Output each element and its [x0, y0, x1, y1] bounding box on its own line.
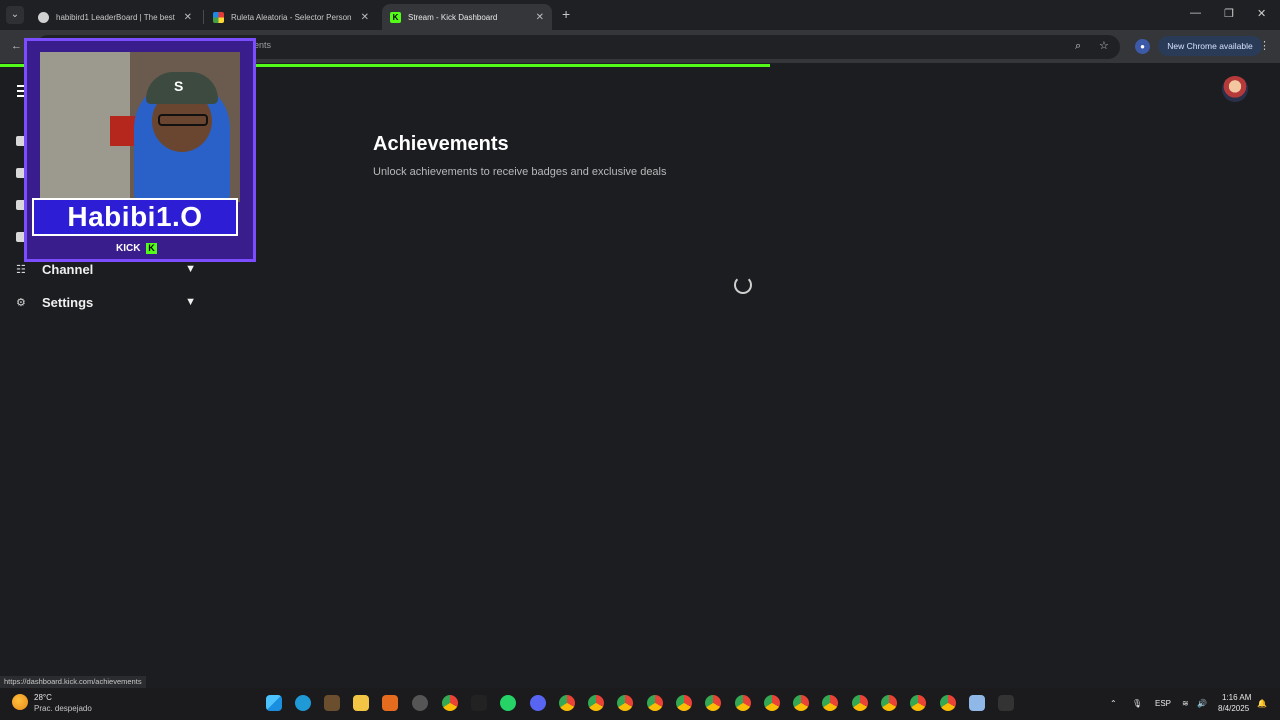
- address-url-text: ents: [254, 40, 272, 50]
- taskbar-clock-time[interactable]: 1:16 AM: [1222, 693, 1251, 702]
- tab-search-button[interactable]: ⌄: [6, 6, 24, 24]
- sidebar-item-settings[interactable]: ⚙ Settings ▼: [16, 292, 196, 312]
- chrome-icon[interactable]: [559, 695, 575, 711]
- restore-icon[interactable]: ❐: [1224, 7, 1234, 20]
- volume-icon[interactable]: 🔊: [1197, 699, 1207, 708]
- keyboard-language[interactable]: ESP: [1155, 699, 1171, 708]
- gear-icon: ⚙: [16, 296, 26, 309]
- loading-spinner-icon: [734, 276, 752, 294]
- chevron-down-icon[interactable]: ▼: [185, 296, 196, 308]
- user-avatar[interactable]: [1222, 76, 1248, 102]
- file-explorer-icon[interactable]: [353, 695, 369, 711]
- ruleta-favicon-icon: [213, 11, 224, 23]
- chrome-icon[interactable]: [881, 695, 897, 711]
- kick-favicon-icon: K: [390, 11, 401, 23]
- tab-title: Ruleta Aleatoria - Selector Person: [231, 12, 352, 22]
- sidebar-item-channel[interactable]: ☷ Channel ▼: [16, 259, 196, 279]
- tray-chevron-up-icon[interactable]: ⌃: [1110, 699, 1117, 708]
- app-icon[interactable]: [969, 695, 985, 711]
- status-bar-url: https://dashboard.kick.com/achievements: [0, 676, 146, 688]
- chrome-icon[interactable]: [588, 695, 604, 711]
- discord-icon[interactable]: [530, 695, 546, 711]
- chrome-icon[interactable]: [940, 695, 956, 711]
- tab-kick-dashboard[interactable]: K Stream - Kick Dashboard ✕: [382, 4, 552, 30]
- chevron-down-icon[interactable]: ▼: [185, 263, 196, 275]
- chrome-icon[interactable]: [705, 695, 721, 711]
- bookmark-star-icon[interactable]: ☆: [1099, 39, 1109, 52]
- chrome-icon[interactable]: [647, 695, 663, 711]
- chrome-menu-icon[interactable]: ⋮: [1259, 39, 1270, 52]
- new-chrome-available-button[interactable]: New Chrome available: [1158, 36, 1262, 56]
- webcam-overlay: S Habibi1.O KICK K: [24, 38, 256, 262]
- app-icon[interactable]: [324, 695, 340, 711]
- microphone-icon[interactable]: 🎙: [1132, 699, 1142, 708]
- windows-taskbar: [0, 688, 1280, 720]
- windows-start-icon[interactable]: [266, 695, 282, 711]
- minimize-icon[interactable]: —: [1190, 7, 1201, 19]
- close-window-icon[interactable]: ✕: [1257, 7, 1266, 20]
- tab-divider: [203, 10, 204, 24]
- taskbar-clock-date[interactable]: 8/4/2025: [1218, 704, 1249, 713]
- channel-icon: ☷: [16, 263, 26, 276]
- chrome-icon[interactable]: [910, 695, 926, 711]
- weather-icon[interactable]: [12, 694, 28, 710]
- zoom-icon[interactable]: ⌕: [1075, 40, 1081, 53]
- tab-title: Stream - Kick Dashboard: [408, 12, 498, 22]
- page-subtitle: Unlock achievements to receive badges an…: [373, 166, 667, 178]
- weather-description: Prac. despejado: [34, 704, 92, 713]
- whatsapp-icon[interactable]: [500, 695, 516, 711]
- webcam-frame: [24, 38, 256, 262]
- app-icon[interactable]: [382, 695, 398, 711]
- app-icon[interactable]: [998, 695, 1014, 711]
- chrome-icon[interactable]: [676, 695, 692, 711]
- sidebar-item-label: Settings: [42, 294, 94, 310]
- sidebar-item-label: Channel: [42, 261, 94, 277]
- app-icon[interactable]: [471, 695, 487, 711]
- chrome-profile-avatar[interactable]: ●: [1135, 39, 1150, 54]
- tab-title: habibird1 LeaderBoard | The best: [56, 12, 175, 22]
- chrome-icon[interactable]: [764, 695, 780, 711]
- wifi-icon[interactable]: ≋: [1182, 699, 1189, 708]
- edge-icon[interactable]: [295, 695, 311, 711]
- page-title: Achievements: [373, 133, 509, 155]
- chrome-icon[interactable]: [442, 695, 458, 711]
- app-icon[interactable]: [412, 695, 428, 711]
- tab-ruleta[interactable]: Ruleta Aleatoria - Selector Person ✕: [205, 4, 377, 30]
- new-tab-plus-icon[interactable]: +: [562, 6, 570, 22]
- chrome-icon[interactable]: [852, 695, 868, 711]
- back-arrow-icon[interactable]: ←: [11, 40, 22, 52]
- chrome-icon[interactable]: [793, 695, 809, 711]
- notification-bell-icon[interactable]: 🔔: [1257, 699, 1267, 708]
- weather-temperature: 28°C: [34, 693, 52, 702]
- chrome-icon[interactable]: [617, 695, 633, 711]
- leaderboard-favicon-icon: [38, 11, 49, 23]
- chrome-icon[interactable]: [822, 695, 838, 711]
- tab-close-icon[interactable]: ✕: [361, 12, 369, 23]
- chrome-icon[interactable]: [735, 695, 751, 711]
- tab-close-icon[interactable]: ✕: [536, 12, 544, 23]
- tab-leaderboard[interactable]: habibird1 LeaderBoard | The best ✕: [30, 4, 200, 30]
- tab-close-icon[interactable]: ✕: [184, 12, 192, 23]
